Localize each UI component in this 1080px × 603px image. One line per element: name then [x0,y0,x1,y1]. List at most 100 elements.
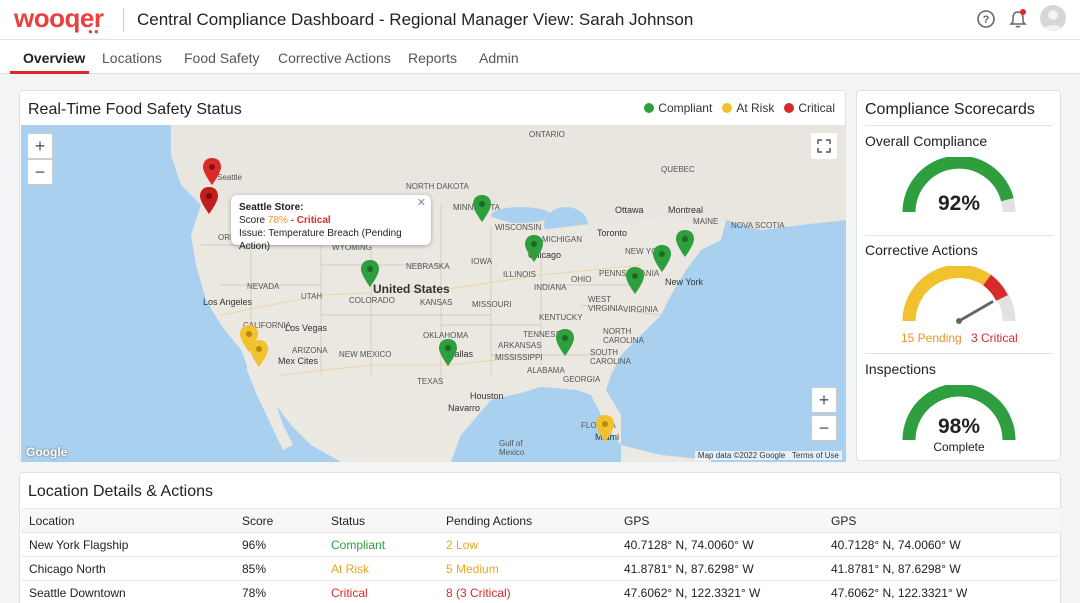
map-label-arizona: ARIZONA [292,346,328,355]
page-title: Central Compliance Dashboard - Regional … [137,10,694,29]
tab-reports[interactable]: Reports [408,50,457,66]
top-bar: wooqer ●● Central Compliance Dashboard -… [0,0,1080,40]
zoom-in-button[interactable]: + [27,133,53,159]
store-popup: ✕ Seattle Store: Score 78% - Critical Is… [231,195,431,252]
header-divider [123,8,124,32]
col-location[interactable]: Location [29,514,74,528]
map-label-kansas: KANSAS [420,298,453,307]
pin-compliant-pennsylvania[interactable] [625,267,645,295]
main-nav: Overview Locations Food Safety Correctiv… [0,40,1080,74]
cell-score: 78% [242,586,267,600]
active-tab-indicator [10,71,89,74]
map-label-west-virginia: WEST VIRGINIA [588,295,624,313]
svg-text:?: ? [983,14,990,26]
pin-compliant-dallas[interactable] [438,339,458,367]
legend-critical: Critical [784,101,835,115]
map-label-wisconsin: WISCONSIN [495,223,542,232]
map-label-iowa: IOWA [471,257,493,266]
pin-critical-seattle[interactable] [199,187,219,215]
map-panel-title: Real-Time Food Safety Status [28,101,242,118]
map-panel: Real-Time Food Safety Status Compliant A… [19,90,846,462]
pin-compliant-boston[interactable] [675,230,695,258]
cell-gps-2: 41.8781° N, 87.6298° W [831,562,961,576]
tab-food-safety[interactable]: Food Safety [184,50,260,66]
zoom-out-button[interactable]: − [27,159,53,185]
col-gps[interactable]: GPS [624,514,649,528]
map-label-arkansas: ARKANSAS [498,341,542,350]
popup-score-status: - Critical [287,215,331,226]
pin-compliant-tennessee[interactable] [555,329,575,357]
cell-score: 96% [242,538,267,552]
map-label-los-angeles: Los Angeles [203,297,253,307]
cell-gps-2: 40.7128° N, 74.0060° W [831,538,961,552]
zoom-out-button-bottom[interactable]: − [811,415,837,441]
map-label-north-carolina: NORTH CAROLINA [603,327,644,345]
legend-compliant: Compliant [644,101,712,115]
inspections-sub: Complete [933,440,985,454]
cell-pending: 2 Low [446,538,479,552]
popup-score-value: 78% [267,215,288,226]
map-label-nova-scotia: NOVA SCOTIA [731,221,785,230]
popup-score-line: Score 78% - Critical [239,215,331,226]
tab-corrective-actions[interactable]: Corrective Actions [278,50,391,66]
table-row[interactable]: New York Flagship 96% Compliant 2 Low 40… [21,532,1061,556]
inspections-value: 98% [937,415,981,438]
map-label-quebec: QUEBEC [661,165,695,174]
map-label-mississippi: MISSISSIPPI [495,353,543,362]
divider [865,125,1053,126]
cell-status: Critical [331,586,368,600]
inspections-label: Inspections [865,361,936,377]
terms-of-use-link[interactable]: Terms of Use [792,451,839,460]
zoom-in-button-bottom[interactable]: + [811,387,837,413]
map-label-montreal: Montreal [668,205,704,215]
pin-compliant-colorado[interactable] [360,260,380,288]
cell-gps: 40.7128° N, 74.0060° W [624,538,754,552]
pin-critical-seattle-north[interactable] [202,158,222,186]
col-pending-actions[interactable]: Pending Actions [446,514,532,528]
cell-pending: 8 (3 Critical) [446,586,511,600]
avatar[interactable] [1040,5,1066,31]
map-canvas[interactable]: Seattle ORE NORTH DAKOTA MINNESOTA ONTAR… [21,125,846,462]
col-gps-2[interactable]: GPS [831,514,856,528]
pin-at-risk-miami[interactable] [595,415,615,443]
divider [865,235,1053,236]
popup-store-name: Seattle Store: [239,202,304,213]
pin-compliant-new-york[interactable] [652,245,672,273]
tab-admin[interactable]: Admin [479,50,519,66]
table-row[interactable]: Chicago North 85% At Risk 5 Medium 41.87… [21,556,1061,580]
cell-location: Chicago North [29,562,106,576]
table-row[interactable]: Seattle Downtown 78% Critical 8 (3 Criti… [21,580,1061,603]
help-icon[interactable]: ? [975,8,997,30]
cell-gps: 47.6062° N, 122.3321° W [624,586,761,600]
map-label-alabama: ALABAMA [527,366,565,375]
bell-icon[interactable] [1007,8,1029,30]
map-label-missouri: MISSOURI [472,300,512,309]
pin-compliant-chicago[interactable] [524,235,544,263]
map-attribution: Map data ©2022 Google Terms of Use [694,451,842,460]
map-label-indiana: INDIANA [534,283,567,292]
cell-score: 85% [242,562,267,576]
map-label-michigan: MICHIGAN [542,235,582,244]
map-label-utah: UTAH [301,292,323,301]
map-label-north-dakota: NORTH DAKOTA [406,182,469,191]
map-label-ohio: OHIO [571,275,592,284]
pin-at-risk-san-diego[interactable] [249,340,269,368]
map-label-kentucky: KENTUCKY [539,313,583,322]
map-label-new-york: New York [665,277,704,287]
map-label-ottawa: Ottawa [615,205,644,215]
pin-compliant-minnesota[interactable] [472,195,492,223]
popup-close-icon[interactable]: ✕ [417,197,426,210]
table-header-row: Location Score Status Pending Actions GP… [21,508,1061,532]
corrective-actions-label: Corrective Actions [865,242,978,258]
map-label-texas: TEXAS [417,377,444,386]
cell-pending: 5 Medium [446,562,499,576]
map-label-maine: MAINE [693,217,719,226]
col-score[interactable]: Score [242,514,273,528]
corrective-critical: 3 Critical [971,331,1018,345]
tab-overview[interactable]: Overview [23,50,85,66]
divider [865,353,1053,354]
fullscreen-icon[interactable] [811,133,837,159]
tab-locations[interactable]: Locations [102,50,162,66]
col-status[interactable]: Status [331,514,365,528]
map-legend: Compliant At Risk Critical [644,101,835,115]
